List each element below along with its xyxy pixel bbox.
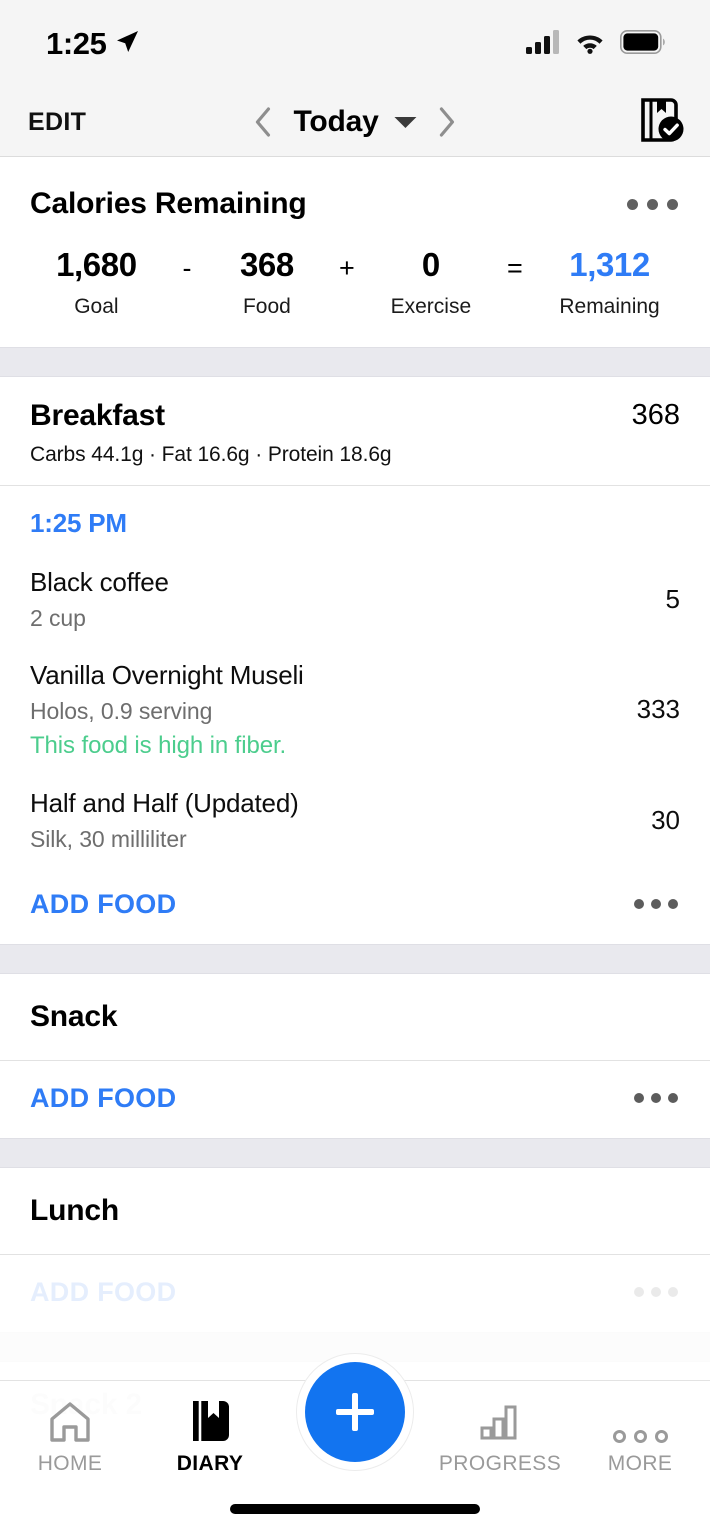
add-food-row: ADD FOOD <box>0 1255 710 1332</box>
meal-section-snack: Snack ADD FOOD <box>0 974 710 1138</box>
calories-remaining-label: Remaining <box>559 294 660 318</box>
food-entry-row[interactable]: Black coffee 2 cup 5 <box>0 553 710 646</box>
cellular-signal-icon <box>526 29 560 59</box>
add-food-button[interactable]: ADD FOOD <box>30 1277 176 1308</box>
food-entry-note: This food is high in fiber. <box>30 731 287 759</box>
tab-diary[interactable]: DIARY <box>140 1381 280 1493</box>
location-arrow-icon <box>114 29 140 60</box>
food-entry-row[interactable]: Vanilla Overnight Museli Holos, 0.9 serv… <box>0 646 710 774</box>
tab-more-label: MORE <box>607 1451 673 1475</box>
meal-header[interactable]: Lunch <box>0 1168 710 1254</box>
add-entry-button[interactable] <box>305 1362 405 1462</box>
overflow-menu-icon[interactable] <box>625 187 680 222</box>
meal-calories: 368 <box>631 398 680 431</box>
add-food-button[interactable]: ADD FOOD <box>30 889 176 920</box>
add-food-row: ADD FOOD <box>0 867 710 944</box>
calories-remaining-value: 1,312 <box>569 246 650 283</box>
status-bar-right <box>526 29 666 59</box>
chevron-right-icon[interactable] <box>439 107 456 137</box>
meal-header-text: Breakfast Carbs 44.1g · Fat 16.6g · Prot… <box>30 398 392 467</box>
diary-book-icon <box>189 1399 231 1443</box>
food-entry-text: Vanilla Overnight Museli Holos, 0.9 serv… <box>30 660 304 760</box>
tab-more[interactable]: MORE <box>570 1381 710 1493</box>
section-divider-band <box>0 1137 710 1168</box>
food-entry-calories: 333 <box>636 694 680 725</box>
food-entry-text: Black coffee 2 cup <box>30 567 169 632</box>
meal-name: Lunch <box>30 1193 119 1227</box>
meal-overflow-menu-icon[interactable] <box>632 1083 680 1113</box>
tab-home-label: HOME <box>37 1451 103 1475</box>
food-entry-name: Vanilla Overnight Museli <box>30 659 304 690</box>
entry-timestamp-row: 1:25 PM <box>0 486 710 553</box>
meal-overflow-menu-icon[interactable] <box>632 1277 680 1307</box>
operator-equals: = <box>507 253 523 283</box>
entry-timestamp: 1:25 PM <box>30 507 127 538</box>
food-entry-calories: 5 <box>665 583 680 614</box>
operator-minus: - <box>182 253 192 283</box>
calories-food-value: 368 <box>239 246 294 283</box>
calories-goal: 1,680 Goal <box>36 246 157 319</box>
food-entry-row[interactable]: Half and Half (Updated) Silk, 30 millili… <box>0 774 710 867</box>
date-selector[interactable]: Today <box>293 105 417 139</box>
chevron-down-icon <box>394 116 417 128</box>
home-icon <box>48 1399 92 1443</box>
calories-goal-label: Goal <box>74 294 119 318</box>
add-food-button[interactable]: ADD FOOD <box>30 1083 176 1114</box>
add-entry-slot <box>280 1353 430 1493</box>
section-divider-band <box>0 943 710 974</box>
bottom-tab-bar: HOME DIARY PROGRESS MORE <box>0 1353 710 1536</box>
chevron-left-icon[interactable] <box>254 107 271 137</box>
food-entry-serving: 2 cup <box>30 604 86 631</box>
calories-equation: 1,680 Goal - 368 Food + 0 Exercise = 1,3… <box>30 246 680 319</box>
date-navigator: Today <box>254 105 455 139</box>
tab-list: HOME DIARY PROGRESS MORE <box>0 1353 710 1493</box>
tab-progress[interactable]: PROGRESS <box>430 1381 570 1493</box>
calories-remaining-card: Calories Remaining 1,680 Goal - 368 Food… <box>0 157 710 347</box>
section-divider-band <box>0 346 710 377</box>
food-entry-serving: Silk, 30 milliliter <box>30 825 187 852</box>
food-entry-name: Half and Half (Updated) <box>30 787 299 818</box>
status-bar-clock: 1:25 <box>46 26 107 61</box>
food-entry-name: Black coffee <box>30 566 169 597</box>
tab-progress-label: PROGRESS <box>438 1451 562 1475</box>
meal-overflow-menu-icon[interactable] <box>632 889 680 919</box>
tab-diary-label: DIARY <box>176 1451 244 1475</box>
calories-food: 368 Food <box>217 246 317 319</box>
meal-name: Breakfast <box>30 398 165 432</box>
status-bar-left: 1:25 <box>46 26 140 62</box>
home-indicator <box>230 1504 480 1514</box>
calories-exercise-label: Exercise <box>390 294 472 318</box>
calories-remaining-title: Calories Remaining <box>30 187 307 220</box>
meal-header[interactable]: Snack <box>0 974 710 1060</box>
diary-complete-icon <box>640 97 684 148</box>
meal-macros: Carbs 44.1g · Fat 16.6g · Protein 18.6g <box>30 442 392 466</box>
status-bar: 1:25 <box>0 0 710 88</box>
add-food-row: ADD FOOD <box>0 1061 710 1138</box>
app-root: 1:25 EDIT Today Calories Remaining 1,680… <box>0 0 710 1536</box>
calories-goal-value: 1,680 <box>56 246 137 283</box>
calories-exercise: 0 Exercise <box>377 246 485 319</box>
current-date-label: Today <box>293 105 379 138</box>
operator-plus: + <box>338 253 355 283</box>
meal-name: Snack <box>30 999 118 1033</box>
calories-food-label: Food <box>242 294 291 318</box>
food-entry-serving: Holos, 0.9 serving <box>30 697 213 724</box>
tab-home[interactable]: HOME <box>0 1381 140 1493</box>
nav-bar: EDIT Today <box>0 88 710 157</box>
food-entry-text: Half and Half (Updated) Silk, 30 millili… <box>30 788 299 853</box>
wifi-icon <box>574 30 606 59</box>
battery-full-icon <box>620 29 666 59</box>
calories-remaining: 1,312 Remaining <box>545 246 674 319</box>
calories-exercise-value: 0 <box>421 246 440 283</box>
meal-header[interactable]: Breakfast Carbs 44.1g · Fat 16.6g · Prot… <box>0 377 710 485</box>
more-dots-icon <box>612 1399 668 1443</box>
calories-card-header: Calories Remaining <box>30 187 680 222</box>
meal-section-breakfast: Breakfast Carbs 44.1g · Fat 16.6g · Prot… <box>0 377 710 944</box>
edit-button[interactable]: EDIT <box>28 108 86 137</box>
complete-diary-button[interactable] <box>640 97 684 148</box>
bar-chart-icon <box>479 1399 521 1443</box>
diary-scroll-area[interactable]: Calories Remaining 1,680 Goal - 368 Food… <box>0 157 710 1536</box>
food-entry-calories: 30 <box>651 804 680 835</box>
